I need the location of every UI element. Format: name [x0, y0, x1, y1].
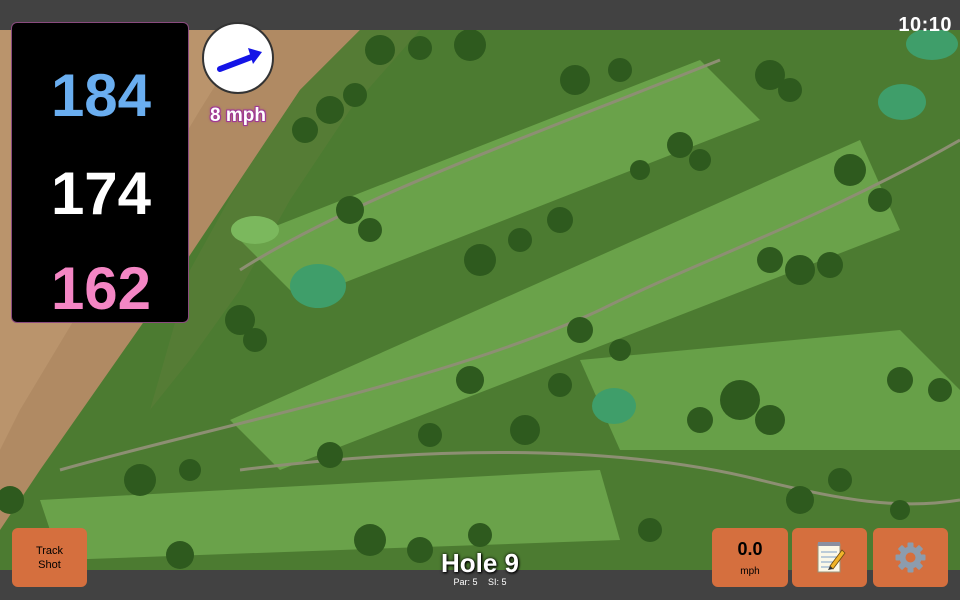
arrow-right-icon: [217, 48, 262, 72]
back-yardage: 184: [50, 62, 152, 129]
speed-unit: mph: [740, 566, 760, 577]
speed-value: 0.0: [737, 539, 763, 559]
settings-button[interactable]: [873, 528, 948, 587]
hole-title: Hole 9: [440, 548, 520, 578]
speed-button[interactable]: 0.0 mph: [712, 528, 788, 587]
wind-speed-label: 8 mph: [210, 105, 266, 126]
hole-info: Par: 5 SI: 5: [380, 577, 580, 587]
track-shot-label-line1: Track: [35, 545, 64, 557]
notes-button[interactable]: [792, 528, 867, 587]
hole-par: Par: 5: [453, 577, 478, 587]
notepad-icon: [817, 542, 846, 573]
gear-icon: [895, 542, 926, 573]
status-clock: 10:10: [898, 14, 952, 36]
track-shot-label-line2: Shot: [38, 559, 61, 571]
middle-yardage: 174: [50, 160, 152, 227]
track-shot-button[interactable]: Track Shot: [12, 528, 87, 587]
wind-indicator[interactable]: [202, 22, 274, 94]
hole-stroke-index: SI: 5: [488, 577, 507, 587]
yardage-panel: 184 174 162: [11, 22, 189, 323]
front-yardage: 162: [50, 255, 152, 322]
